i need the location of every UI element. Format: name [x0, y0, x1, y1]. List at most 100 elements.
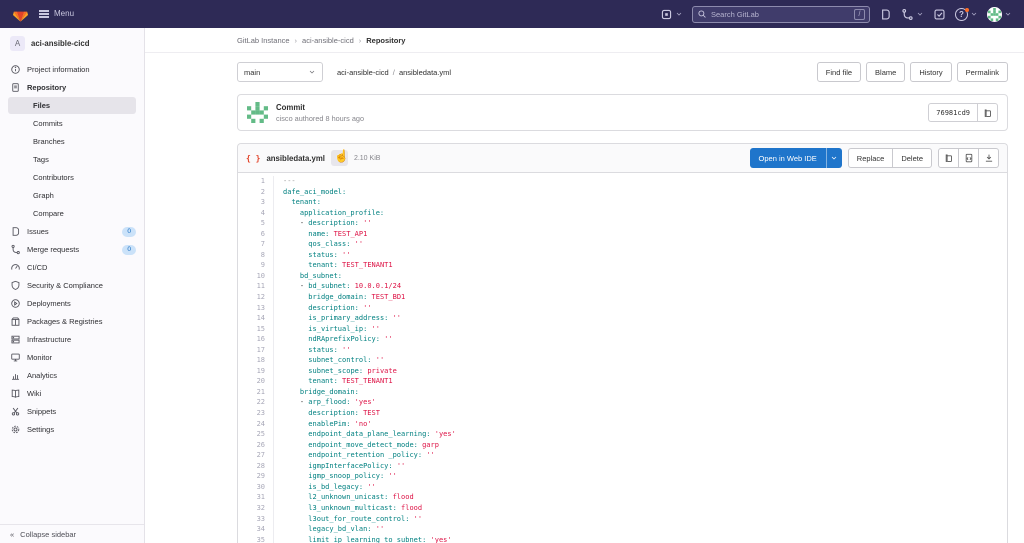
line-number[interactable]: 16 — [238, 334, 274, 345]
line-number[interactable]: 22 — [238, 397, 274, 409]
line-number[interactable]: 12 — [238, 292, 274, 303]
sidebar-item-packages-registries[interactable]: Packages & Registries — [0, 313, 144, 331]
web-ide-dropdown-button[interactable] — [825, 148, 842, 168]
line-number[interactable]: 19 — [238, 365, 274, 377]
sidebar-project-link[interactable]: A aci-ansible-cicd — [0, 28, 144, 58]
help-dropdown[interactable]: ? — [955, 7, 978, 21]
sidebar-item-project-information[interactable]: Project information — [0, 60, 144, 78]
sidebar-subitem-commits[interactable]: Commits — [8, 115, 136, 133]
sidebar-item-merge-requests[interactable]: Merge requests 0 — [0, 241, 144, 259]
square-badge-dropdown[interactable] — [660, 8, 683, 21]
line-number[interactable]: 31 — [238, 492, 274, 503]
delete-button[interactable]: Delete — [892, 148, 932, 168]
line-number[interactable]: 6 — [238, 228, 274, 240]
line-number[interactable]: 32 — [238, 502, 274, 514]
open-in-web-ide-button[interactable]: Open in Web IDE — [749, 148, 826, 168]
line-number[interactable]: 8 — [238, 249, 274, 261]
line-number[interactable]: 27 — [238, 450, 274, 461]
file-path-repo[interactable]: aci-ansible-cicd — [337, 68, 389, 77]
line-number[interactable]: 23 — [238, 408, 274, 419]
sidebar-submenu: Files Commits Branches Tags Contributors Grap… — [0, 96, 144, 223]
issues-shortcut-icon[interactable] — [879, 8, 892, 21]
download-button[interactable] — [978, 148, 999, 168]
sidebar-item-monitor[interactable]: Monitor — [0, 349, 144, 367]
line-number[interactable]: 18 — [238, 355, 274, 366]
line-number[interactable]: 3 — [238, 197, 274, 208]
copy-sha-button[interactable] — [978, 103, 998, 122]
branch-selector[interactable]: main — [237, 62, 323, 82]
sidebar-item-snippets[interactable]: Snippets — [0, 403, 144, 421]
sidebar-item-infrastructure[interactable]: Infrastructure — [0, 331, 144, 349]
sidebar-subitem-contributors[interactable]: Contributors — [8, 169, 136, 187]
line-number[interactable]: 25 — [238, 429, 274, 440]
copy-file-path-button[interactable]: ☝ — [330, 149, 349, 166]
history-button[interactable]: History — [910, 62, 952, 82]
user-menu[interactable] — [987, 6, 1012, 22]
sidebar-subitem-graph[interactable]: Graph — [8, 187, 136, 205]
line-number[interactable]: 29 — [238, 471, 274, 482]
sidebar-subitem-compare[interactable]: Compare — [8, 205, 136, 223]
file-path-file[interactable]: ansibledata.yml — [399, 68, 451, 77]
line-number[interactable]: 9 — [238, 260, 274, 271]
line-number[interactable]: 2 — [238, 186, 274, 198]
copy-file-contents-button[interactable] — [938, 148, 959, 168]
collapse-sidebar-button[interactable]: « Collapse sidebar — [0, 524, 144, 543]
todos-icon[interactable] — [933, 8, 946, 21]
permalink-button[interactable]: Permalink — [956, 62, 1008, 82]
breadcrumb-item[interactable]: aci-ansible-cicd — [302, 36, 354, 45]
line-number[interactable]: 21 — [238, 386, 274, 398]
line-number[interactable]: 1 — [238, 176, 274, 187]
line-number[interactable]: 4 — [238, 207, 274, 219]
sidebar-subitem-files[interactable]: Files — [8, 96, 136, 114]
code-text: tenant: TEST_TENANT1 — [308, 261, 393, 270]
line-number[interactable]: 34 — [238, 524, 274, 535]
line-number[interactable]: 17 — [238, 344, 274, 356]
line-number[interactable]: 7 — [238, 239, 274, 250]
blame-button[interactable]: Blame — [866, 62, 906, 82]
search-input[interactable] — [711, 9, 850, 19]
sidebar-item-wiki[interactable]: Wiki — [0, 385, 144, 403]
line-number[interactable]: 20 — [238, 376, 274, 387]
line-number[interactable]: 5 — [238, 218, 274, 229]
code-line: 10 bd_subnet: — [238, 270, 1007, 282]
code-line: 32 l3_unknown_multicast: flood — [238, 502, 1007, 514]
code-line: 23 description: TEST — [238, 408, 1007, 419]
sidebar-item-ci-cd[interactable]: CI/CD — [0, 259, 144, 277]
sidebar-subitem-branches[interactable]: Branches — [8, 133, 136, 151]
sidebar-item-settings[interactable]: Settings — [0, 421, 144, 439]
code-text: dafe_aci_model: — [283, 187, 347, 196]
line-number[interactable]: 15 — [238, 323, 274, 335]
sidebar-subitem-tags[interactable]: Tags — [8, 151, 136, 169]
commit-sha[interactable]: 76981cd9 — [928, 103, 978, 122]
menu-button[interactable]: Menu — [39, 9, 74, 20]
breadcrumb-item[interactable]: Repository — [366, 36, 405, 45]
code-text: bridge_domain: TEST_BD1 — [308, 293, 406, 302]
sidebar-item-label: Packages & Registries — [27, 317, 103, 326]
find-file-button[interactable]: Find file — [816, 62, 862, 82]
line-number[interactable]: 35 — [238, 534, 274, 543]
sidebar-item-deployments[interactable]: Deployments — [0, 295, 144, 313]
line-number[interactable]: 28 — [238, 460, 274, 472]
sidebar-item-issues[interactable]: Issues 0 — [0, 223, 144, 241]
replace-button[interactable]: Replace — [847, 148, 894, 168]
line-number[interactable]: 10 — [238, 270, 274, 282]
sidebar-item-security-compliance[interactable]: Security & Compliance — [0, 277, 144, 295]
line-number[interactable]: 11 — [238, 281, 274, 293]
line-number[interactable]: 13 — [238, 302, 274, 314]
doc-icon — [12, 82, 19, 92]
commit-title[interactable]: Commit — [276, 103, 364, 112]
line-number[interactable]: 33 — [238, 513, 274, 525]
line-number[interactable]: 30 — [238, 481, 274, 493]
sidebar-item-repository[interactable]: Repository — [0, 78, 144, 96]
gitlab-logo-icon[interactable] — [12, 6, 29, 23]
line-number[interactable]: 14 — [238, 313, 274, 324]
breadcrumb-item[interactable]: GitLab Instance — [237, 36, 290, 45]
code-text: status: '' — [308, 345, 351, 354]
global-search[interactable]: / — [692, 5, 870, 23]
open-raw-button[interactable] — [958, 148, 979, 168]
line-number[interactable]: 26 — [238, 439, 274, 451]
line-number[interactable]: 24 — [238, 418, 274, 430]
code-line: 12 bridge_domain: TEST_BD1 — [238, 292, 1007, 303]
sidebar-item-analytics[interactable]: Analytics — [0, 367, 144, 385]
merge-requests-dropdown[interactable] — [901, 8, 924, 21]
